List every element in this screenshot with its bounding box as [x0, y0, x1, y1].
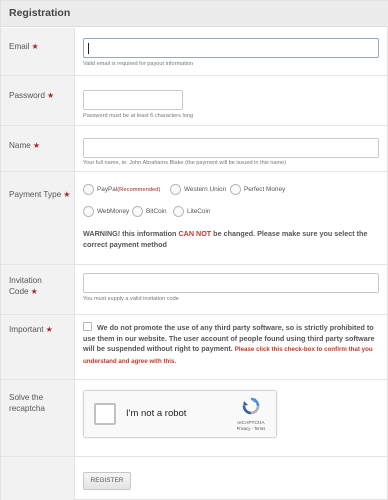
warning-prefix: WARNING! this information	[83, 229, 179, 238]
name-row: Name ★ Your full name, ie: John Abrahams …	[1, 126, 388, 172]
payment-type-required-icon: ★	[63, 190, 71, 199]
password-row: Password ★ Password must be at least 6 ch…	[1, 76, 388, 126]
panel-title: Registration	[1, 1, 388, 27]
text-caret	[88, 43, 89, 54]
register-button[interactable]: REGISTER	[83, 472, 131, 490]
payment-warning: WARNING! this information CAN NOT be cha…	[83, 229, 379, 250]
recaptcha-icon	[242, 397, 260, 415]
radio-circle-icon[interactable]	[132, 206, 143, 217]
radio-circle-icon[interactable]	[230, 184, 241, 195]
radio-litecoin-label: LiteCoin	[187, 208, 211, 215]
payment-type-label-cell: Payment Type ★	[1, 172, 75, 264]
email-row: Email ★ Valid email is required for payou…	[1, 28, 388, 76]
radio-bitcoin-label: BitCoin	[146, 208, 167, 215]
email-label-cell: Email ★	[1, 28, 75, 75]
captcha-row: Solve the recaptcha I'm not a robot reCA…	[1, 380, 388, 457]
email-field[interactable]	[83, 38, 379, 58]
name-label-cell: Name ★	[1, 126, 75, 171]
recaptcha-text: I'm not a robot	[126, 408, 187, 419]
radio-webmoney-label: WebMoney	[97, 208, 130, 215]
recaptcha-widget: I'm not a robot reCAPTCHA Privacy - Term…	[83, 390, 277, 438]
password-label: Password ★	[9, 90, 71, 101]
recaptcha-links[interactable]: Privacy - Terms	[234, 426, 268, 431]
password-label-text: Password	[9, 91, 45, 100]
important-row: Important ★ We do not promote the use of …	[1, 315, 388, 380]
invitation-code-hint: You must supply a valid invitation code	[83, 296, 179, 302]
radio-circle-icon[interactable]	[83, 206, 94, 217]
radio-bitcoin[interactable]: BitCoin	[132, 206, 167, 217]
password-required-icon: ★	[46, 91, 55, 100]
invitation-code-required-icon: ★	[30, 287, 38, 296]
submit-row: REGISTER	[1, 457, 388, 500]
radio-webmoney[interactable]: WebMoney	[83, 206, 129, 217]
payment-type-row: Payment Type ★ PayPal (Recommended) Wester…	[1, 172, 388, 265]
radio-circle-icon[interactable]	[173, 206, 184, 217]
payment-type-label: Payment Type ★	[9, 189, 75, 200]
radio-western-union-label: Western Union	[184, 186, 227, 193]
radio-paypal-label: PayPal	[97, 186, 118, 193]
password-hint: Password must be at least 6 characters l…	[83, 113, 194, 119]
invitation-code-label-cell: Invitation Code ★	[1, 265, 75, 314]
recommended-badge: (Recommended)	[117, 186, 161, 193]
radio-western-union[interactable]: Western Union	[170, 184, 226, 195]
email-required-icon: ★	[31, 42, 39, 51]
important-label-cell: Important ★	[1, 315, 75, 379]
important-label: Important ★	[9, 324, 71, 335]
radio-perfect-money-label: Perfect Money	[244, 186, 286, 193]
email-label-text: Email	[9, 42, 30, 51]
registration-panel: Registration Email ★ Valid email is requi…	[0, 0, 388, 500]
radio-litecoin[interactable]: LiteCoin	[173, 206, 210, 217]
radio-paypal[interactable]: PayPal (Recommended)	[83, 184, 160, 195]
invitation-code-label: Invitation Code ★	[9, 275, 61, 297]
radio-circle-icon[interactable]	[170, 184, 181, 195]
invitation-code-row: Invitation Code ★ You must supply a valid…	[1, 265, 388, 315]
warning-emphasis: CAN NOT	[178, 229, 212, 238]
name-hint: Your full name, ie: John Abrahams Blake …	[83, 160, 287, 166]
email-label: Email ★	[9, 41, 71, 52]
payment-type-label-text: Payment Type	[9, 190, 62, 199]
important-required-icon: ★	[45, 325, 53, 334]
recaptcha-checkbox[interactable]	[94, 403, 116, 425]
name-label: Name ★	[9, 140, 71, 151]
submit-label-cell	[1, 457, 75, 500]
captcha-label-cell: Solve the recaptcha	[1, 380, 75, 456]
password-field[interactable]	[83, 90, 183, 110]
invitation-code-field[interactable]	[83, 273, 379, 293]
email-hint: Valid email is required for payout infor…	[83, 61, 194, 67]
agree-checkbox[interactable]	[83, 322, 92, 331]
captcha-label: Solve the recaptcha	[9, 393, 45, 413]
name-label-text: Name	[9, 141, 31, 150]
radio-circle-icon[interactable]	[83, 184, 94, 195]
radio-perfect-money[interactable]: Perfect Money	[230, 184, 285, 195]
name-required-icon: ★	[32, 141, 41, 150]
important-label-text: Important	[9, 325, 44, 334]
important-agreement: We do not promote the use of any third p…	[83, 322, 381, 367]
password-label-cell: Password ★	[1, 76, 75, 125]
name-field[interactable]	[83, 138, 379, 158]
recaptcha-logo: reCAPTCHA Privacy - Terms	[234, 397, 268, 431]
